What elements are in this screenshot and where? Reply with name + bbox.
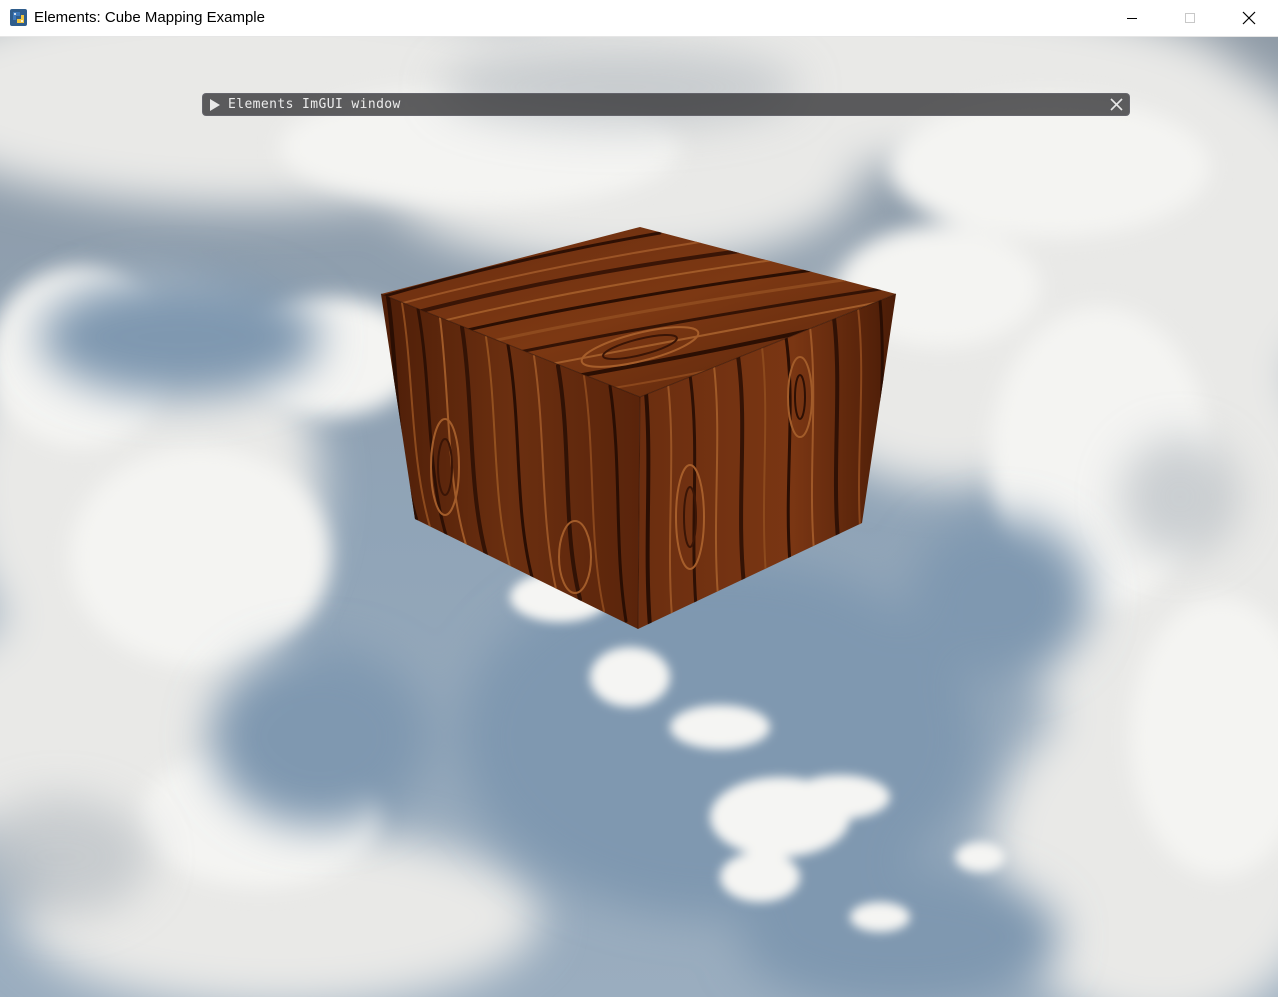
- maximize-button[interactable]: [1161, 0, 1219, 36]
- imgui-window-title: Elements ImGUI window: [228, 97, 401, 112]
- app-window: Elements: Cube Mapping Example Elements …: [0, 0, 1278, 997]
- triangle-right-icon[interactable]: [210, 99, 220, 111]
- window-title: Elements: Cube Mapping Example: [34, 9, 265, 26]
- minimize-icon: [1127, 18, 1137, 19]
- python-icon: [10, 9, 27, 26]
- maximize-icon: [1185, 13, 1195, 23]
- title-bar[interactable]: Elements: Cube Mapping Example: [0, 0, 1278, 37]
- imgui-window-titlebar[interactable]: Elements ImGUI window: [202, 93, 1130, 116]
- close-icon: [1242, 11, 1256, 25]
- minimize-button[interactable]: [1103, 0, 1161, 36]
- close-button[interactable]: [1220, 0, 1278, 36]
- close-icon[interactable]: [1108, 96, 1125, 113]
- wooden-cube: [380, 227, 897, 630]
- render-viewport[interactable]: Elements ImGUI window: [0, 37, 1278, 997]
